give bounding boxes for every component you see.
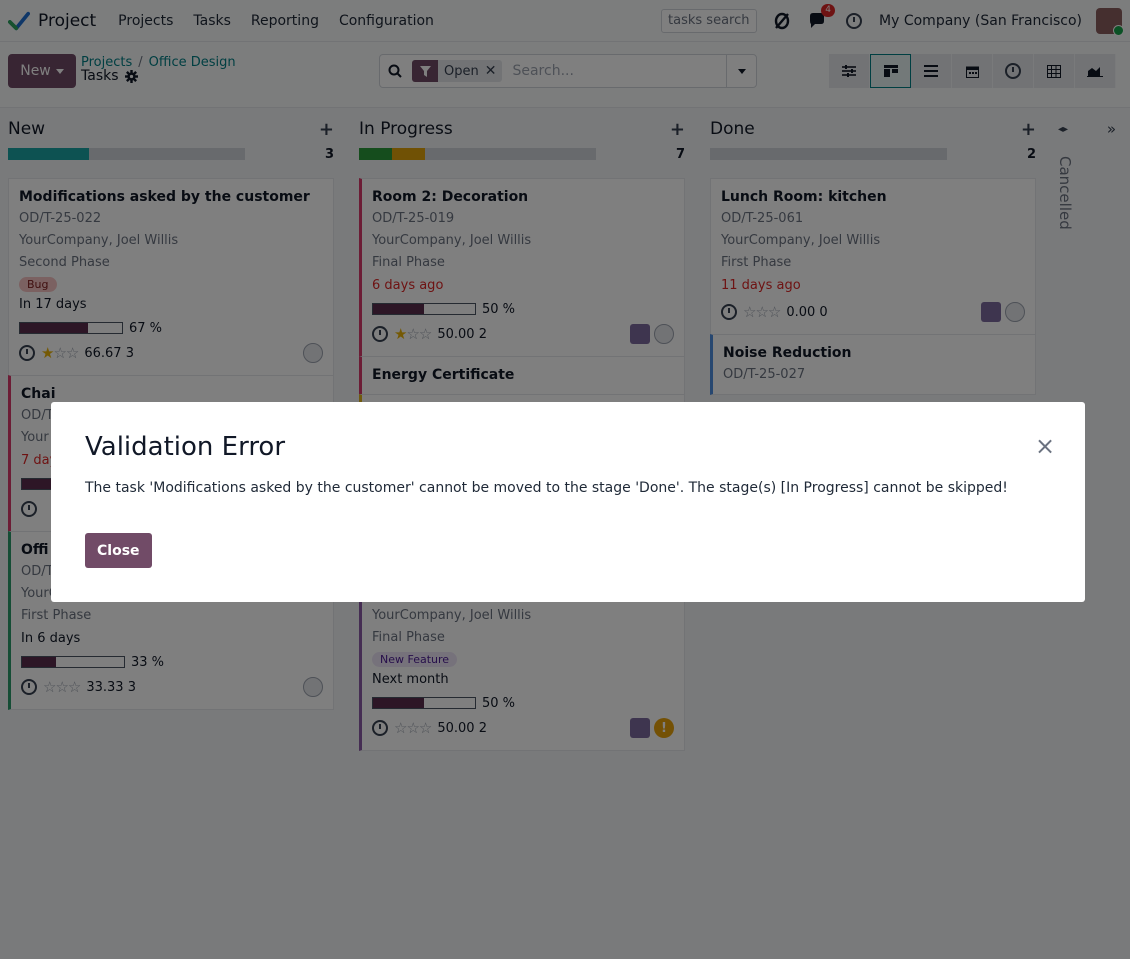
close-button[interactable]: Close [85, 533, 152, 568]
dialog-message: The task 'Modifications asked by the cus… [85, 480, 1008, 496]
close-icon[interactable]: × [1035, 434, 1055, 458]
dialog-title: Validation Error [85, 432, 286, 462]
validation-error-dialog: Validation Error × The task 'Modificatio… [51, 402, 1085, 602]
